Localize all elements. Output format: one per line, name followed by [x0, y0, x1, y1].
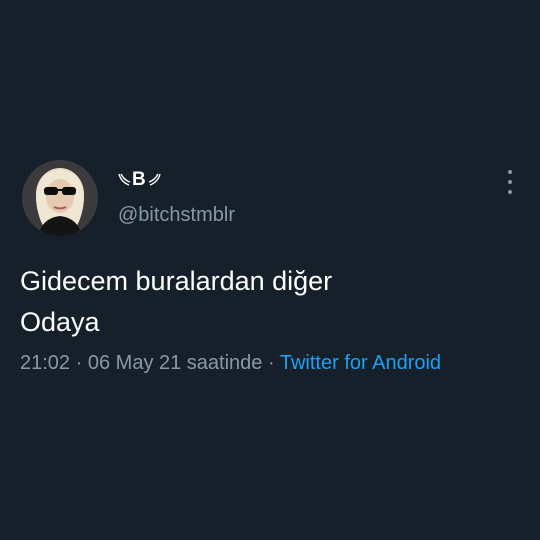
wing-right-icon	[148, 173, 161, 186]
avatar-image	[22, 160, 98, 236]
avatar[interactable]	[22, 160, 98, 236]
tweet-text: Gidecem buralardan diğer Odaya	[20, 261, 520, 343]
more-vertical-icon[interactable]	[500, 170, 520, 194]
display-name-text: B	[132, 169, 147, 190]
user-handle[interactable]: @bitchstmblr	[118, 204, 235, 227]
tweet-source-link[interactable]: Twitter for Android	[280, 352, 441, 374]
display-name[interactable]: B	[118, 166, 161, 194]
wing-left-icon	[118, 173, 131, 186]
tweet-text-line-1: Gidecem buralardan diğer	[20, 266, 333, 296]
meta-separator: ·	[267, 352, 275, 374]
meta-separator: ·	[75, 352, 83, 374]
tweet-card: B @bitchstmblr Gidecem buralardan diğer …	[0, 0, 540, 540]
tweet-text-line-2: Odaya	[20, 307, 100, 337]
tweet-date[interactable]: 06 May 21 saatinde	[88, 352, 263, 374]
tweet-time[interactable]: 21:02	[20, 352, 70, 374]
tweet-meta: 21:02 · 06 May 21 saatinde · Twitter for…	[20, 352, 441, 375]
